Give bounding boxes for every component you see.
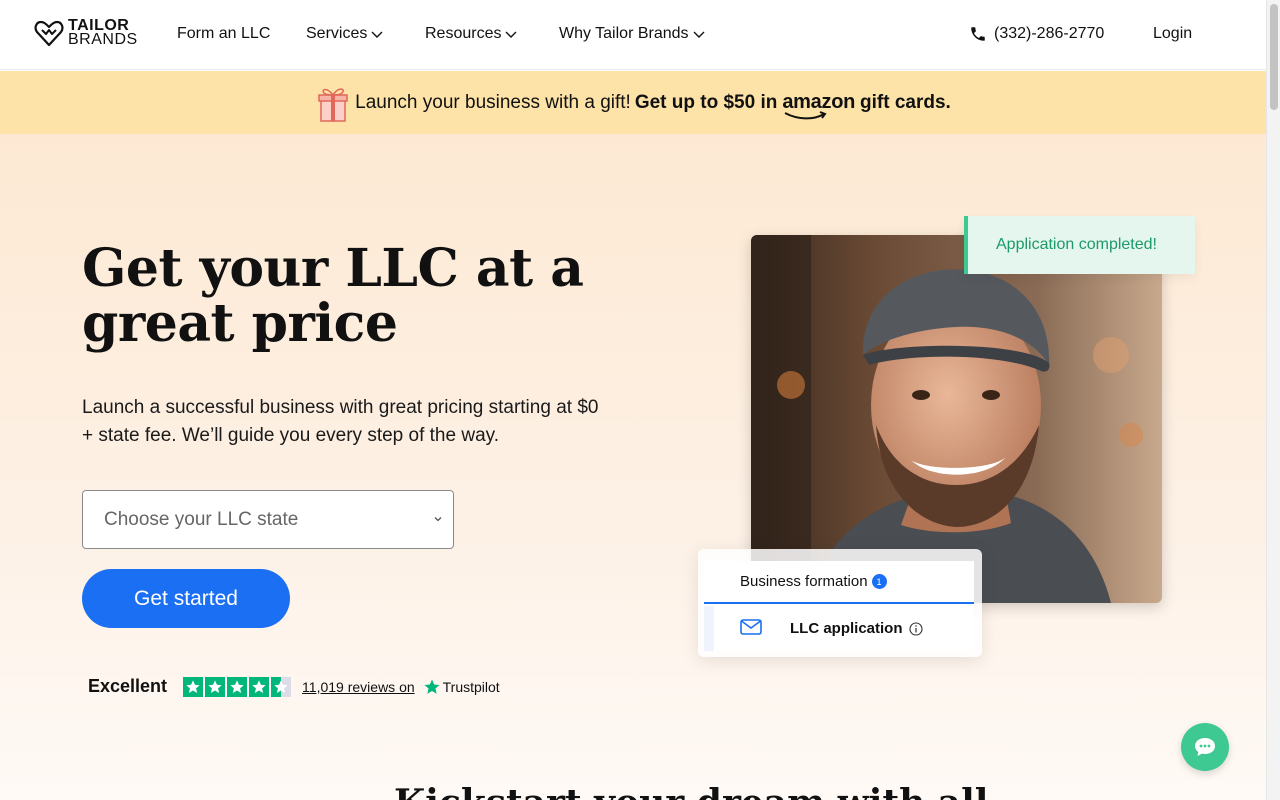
chevron-down-icon [693,31,705,38]
trustpilot-rating[interactable]: Excellent 11,019 reviews on Trustpilot [88,676,500,697]
logo-line-2: BRANDS [68,31,138,48]
trustpilot-star-icon [424,679,440,694]
nav-services[interactable]: Services [306,25,383,43]
promo-offer: Get up to $50 in [634,91,778,113]
login-link[interactable]: Login [1153,25,1192,43]
promo-banner[interactable]: Launch your business with a gift! Get up… [0,71,1266,134]
select-placeholder: Choose your LLC state [104,508,299,530]
application-completed-toast: Application completed! [964,216,1195,274]
llc-state-select[interactable]: Choose your LLC state [82,490,454,549]
promo-suffix: gift cards. [860,91,951,113]
reviews-link[interactable]: 11,019 reviews on [302,679,415,695]
site-header: TAILOR BRANDS Form an LLC Services Resou… [0,0,1266,70]
row-label: LLC application [790,620,903,637]
gift-icon [318,87,348,122]
trustpilot-wordmark: Trustpilot [442,678,500,695]
page-scrollbar[interactable] [1266,0,1280,800]
nav-form-llc[interactable]: Form an LLC [177,25,270,43]
chevron-down-icon [371,31,383,38]
star-icon [227,676,248,697]
tailor-brands-logo[interactable]: TAILOR BRANDS [34,18,138,48]
rating-stars [183,676,292,697]
mail-icon [740,619,762,635]
amazon-smile-icon [784,111,827,120]
amazon-wordmark: amazon [782,91,856,113]
section-heading: Kickstart your dream with all [394,782,988,800]
half-star-icon [271,676,292,697]
chat-button[interactable] [1181,723,1229,771]
phone-link[interactable]: (332)-286-2770 [969,25,1104,43]
star-icon [249,676,270,697]
tab-label: Business formation [740,573,868,590]
info-icon[interactable] [908,621,923,636]
amazon-logo: amazon [782,91,856,120]
scrollbar-thumb[interactable] [1270,4,1278,110]
business-formation-card: Business formation 1 LLC application [698,549,982,657]
nav-label: Why Tailor Brands [559,25,689,42]
chat-bubble-icon [1195,738,1215,756]
get-started-button[interactable]: Get started [82,569,290,628]
phone-number: (332)-286-2770 [994,25,1105,42]
star-icon [205,676,226,697]
llc-application-row[interactable]: LLC application [704,606,974,651]
hero-photo [751,235,1162,603]
chevron-down-icon [434,517,442,522]
phone-icon [971,27,985,41]
star-icon [183,676,204,697]
nav-label: Services [306,25,368,42]
promo-text: Launch your business with a gift! [355,91,631,113]
nav-resources[interactable]: Resources [425,25,517,43]
hero-subtitle: Launch a successful business with great … [82,397,599,446]
tab-business-formation[interactable]: Business formation 1 [704,561,974,604]
rating-label: Excellent [88,676,168,696]
nav-label: Resources [425,25,502,42]
hero-section: Get your LLC at a great price Launch a s… [0,134,1266,800]
smiling-man-image [751,235,1162,603]
heart-logo-icon [34,20,64,47]
nav-why-tailor-brands[interactable]: Why Tailor Brands [559,25,705,43]
trustpilot-logo: Trustpilot [423,678,500,696]
tab-badge: 1 [871,574,887,589]
nav-label: Form an LLC [177,25,271,42]
chevron-down-icon [505,31,517,38]
hero-title: Get your LLC at a great price [82,238,584,354]
